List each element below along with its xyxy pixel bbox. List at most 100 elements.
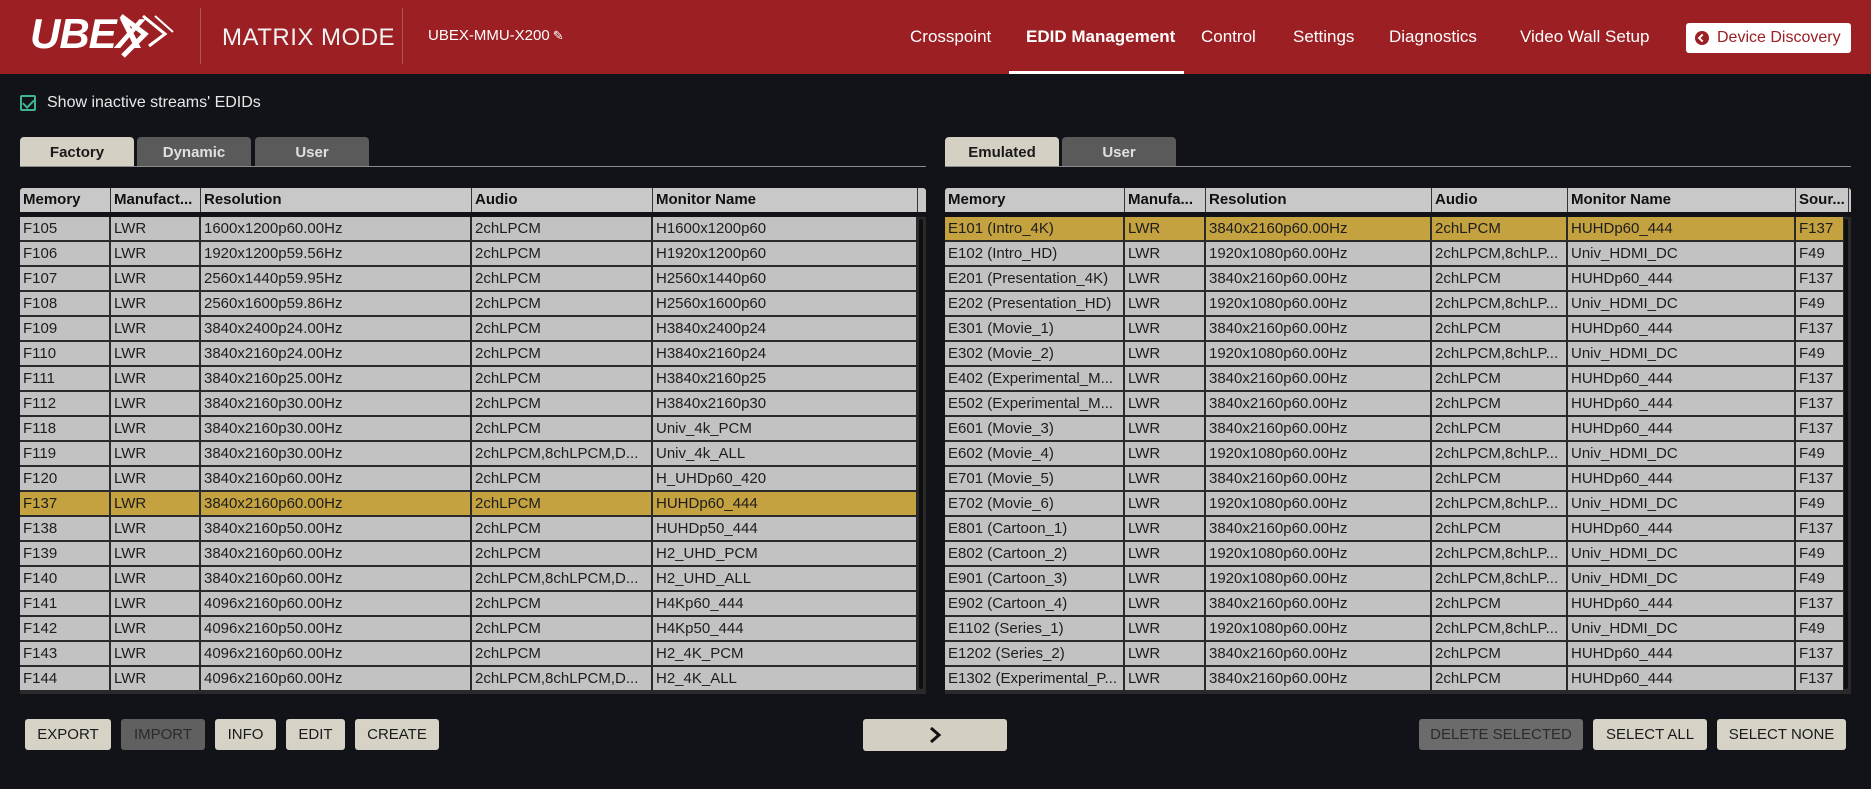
column-header[interactable]: Monitor Name — [653, 188, 918, 212]
nav-crosspoint[interactable]: Crosspoint — [910, 27, 991, 47]
table-row[interactable]: E801 (Cartoon_1) LWR 3840x2160p60.00Hz 2chL… — [945, 517, 1849, 541]
device-name[interactable]: UBEX-MMU-X200 ✎ — [428, 27, 564, 44]
table-row[interactable]: E301 (Movie_1) LWR 3840x2160p60.00Hz 2chLPC… — [945, 317, 1849, 341]
export-button[interactable]: EXPORT — [25, 719, 111, 750]
table-row[interactable]: E201 (Presentation_4K) LWR 3840x2160p60.00… — [945, 267, 1849, 291]
scrollbar[interactable] — [1843, 217, 1849, 694]
table-row[interactable]: F140 LWR 3840x2160p60.00Hz 2chLPCM,8chLPCM,… — [20, 567, 918, 591]
info-button[interactable]: INFO — [215, 719, 276, 750]
table-row[interactable]: F111 LWR 3840x2160p25.00Hz 2chLPCM H3840x216… — [20, 367, 918, 391]
tab-factory[interactable]: Factory — [20, 137, 134, 167]
table-cell: LWR — [1125, 517, 1206, 541]
column-header[interactable]: Manufact... — [111, 188, 201, 212]
table-cell: HUHDp60_444 — [1568, 267, 1796, 291]
create-button[interactable]: CREATE — [355, 719, 439, 750]
column-header[interactable]: Memory — [945, 188, 1125, 212]
table-row[interactable]: F110 LWR 3840x2160p24.00Hz 2chLPCM H3840x216… — [20, 342, 918, 366]
table-row[interactable]: E302 (Movie_2) LWR 1920x1080p60.00Hz 2chLPC… — [945, 342, 1849, 366]
column-header[interactable]: Audio — [1432, 188, 1568, 212]
tab-dynamic[interactable]: Dynamic — [137, 137, 251, 167]
table-row[interactable]: F139 LWR 3840x2160p60.00Hz 2chLPCM H2_UHD_PC… — [20, 542, 918, 566]
table-cell: 2chLPCM,8chLP... — [1432, 242, 1568, 266]
column-header[interactable]: Audio — [472, 188, 653, 212]
table-cell: E301 (Movie_1) — [945, 317, 1125, 341]
tab-user-right[interactable]: User — [1062, 137, 1176, 167]
table-row[interactable]: F112 LWR 3840x2160p30.00Hz 2chLPCM H3840x216… — [20, 392, 918, 416]
header-divider — [402, 8, 403, 64]
table-row[interactable]: E601 (Movie_3) LWR 3840x2160p60.00Hz 2chLPC… — [945, 417, 1849, 441]
pencil-icon[interactable]: ✎ — [553, 28, 564, 43]
table-cell: LWR — [111, 242, 201, 266]
table-cell: Univ_HDMI_DC — [1568, 567, 1796, 591]
table-row[interactable]: F138 LWR 3840x2160p50.00Hz 2chLPCM HUHDp50_4… — [20, 517, 918, 541]
table-row[interactable]: F142 LWR 4096x2160p50.00Hz 2chLPCM H4Kp50_44… — [20, 617, 918, 641]
nav-settings[interactable]: Settings — [1293, 27, 1354, 47]
tab-emulated[interactable]: Emulated — [945, 137, 1059, 167]
column-header[interactable]: Resolution — [1206, 188, 1432, 212]
table-cell: F143 — [20, 642, 111, 666]
transfer-button[interactable] — [863, 719, 1007, 751]
scrollbar[interactable] — [918, 217, 924, 694]
table-cell: 3840x2160p24.00Hz — [201, 342, 472, 366]
table-cell: 3840x2160p60.00Hz — [1206, 317, 1432, 341]
nav-control[interactable]: Control — [1201, 27, 1256, 47]
table-cell: 3840x2160p60.00Hz — [1206, 467, 1432, 491]
table-row[interactable]: E902 (Cartoon_4) LWR 3840x2160p60.00Hz 2chL… — [945, 592, 1849, 616]
table-row[interactable]: E1302 (Experimental_P... LWR 3840x2160p60.… — [945, 667, 1849, 691]
import-button[interactable]: IMPORT — [121, 719, 205, 750]
table-cell: Univ_HDMI_DC — [1568, 442, 1796, 466]
table-cell: F137 — [1796, 367, 1849, 391]
table-cell: 3840x2160p30.00Hz — [201, 392, 472, 416]
column-header[interactable]: Monitor Name — [1568, 188, 1796, 212]
table-row[interactable]: F118 LWR 3840x2160p30.00Hz 2chLPCM Univ_4k_P… — [20, 417, 918, 441]
select-none-button[interactable]: SELECT NONE — [1717, 719, 1846, 750]
column-header[interactable]: Resolution — [201, 188, 472, 212]
table-row[interactable]: E102 (Intro_HD) LWR 1920x1080p60.00Hz 2chLP… — [945, 242, 1849, 266]
column-header[interactable]: Sour... — [1796, 188, 1849, 212]
delete-selected-button[interactable]: DELETE SELECTED — [1419, 719, 1583, 750]
table-row[interactable]: E402 (Experimental_M... LWR 3840x2160p60.0… — [945, 367, 1849, 391]
edit-button[interactable]: EDIT — [286, 719, 345, 750]
table-row[interactable]: E1202 (Series_2) LWR 3840x2160p60.00Hz 2chL… — [945, 642, 1849, 666]
table-row[interactable]: E702 (Movie_6) LWR 1920x1080p60.00Hz 2chLPC… — [945, 492, 1849, 516]
top-bar: UBEX MATRIX MODE UBEX-MMU-X200 ✎ Crosspoi… — [0, 0, 1871, 74]
table-cell: 2chLPCM — [1432, 317, 1568, 341]
table-cell: LWR — [1125, 417, 1206, 441]
nav-edid-management[interactable]: EDID Management — [1026, 27, 1175, 47]
show-inactive-checkbox[interactable]: Show inactive streams' EDIDs — [20, 94, 261, 112]
table-row[interactable]: F108 LWR 2560x1600p59.86Hz 2chLPCM H2560x160… — [20, 292, 918, 316]
nav-video-wall-setup[interactable]: Video Wall Setup — [1520, 27, 1649, 47]
table-row[interactable]: F120 LWR 3840x2160p60.00Hz 2chLPCM H_UHDp60_… — [20, 467, 918, 491]
table-row[interactable]: F105 LWR 1600x1200p60.00Hz 2chLPCM H1600x120… — [20, 217, 918, 241]
table-body[interactable]: E101 (Intro_4K) LWR 3840x2160p60.00Hz 2chLP… — [945, 217, 1851, 694]
table-row[interactable]: E602 (Movie_4) LWR 1920x1080p60.00Hz 2chLPC… — [945, 442, 1849, 466]
scrollbar-thumb[interactable] — [1844, 219, 1848, 689]
tab-user-left[interactable]: User — [255, 137, 369, 167]
device-discovery-button[interactable]: Device Discovery — [1686, 23, 1851, 53]
table-row[interactable]: E802 (Cartoon_2) LWR 1920x1080p60.00Hz 2chL… — [945, 542, 1849, 566]
table-row[interactable]: F141 LWR 4096x2160p60.00Hz 2chLPCM H4Kp60_44… — [20, 592, 918, 616]
table-row[interactable]: E202 (Presentation_HD) LWR 1920x1080p60.00… — [945, 292, 1849, 316]
table-row[interactable]: F137 LWR 3840x2160p60.00Hz 2chLPCM HUHDp60_4… — [20, 492, 918, 516]
table-row[interactable]: E901 (Cartoon_3) LWR 1920x1080p60.00Hz 2chL… — [945, 567, 1849, 591]
nav-diagnostics[interactable]: Diagnostics — [1389, 27, 1477, 47]
checkbox-checked-icon[interactable] — [20, 95, 36, 111]
table-row[interactable]: E101 (Intro_4K) LWR 3840x2160p60.00Hz 2chLP… — [945, 217, 1849, 241]
table-row[interactable]: E1102 (Series_1) LWR 1920x1080p60.00Hz 2chL… — [945, 617, 1849, 641]
table-cell: LWR — [1125, 292, 1206, 316]
table-row[interactable]: E701 (Movie_5) LWR 3840x2160p60.00Hz 2chLPC… — [945, 467, 1849, 491]
table-body[interactable]: F105 LWR 1600x1200p60.00Hz 2chLPCM H1600x120… — [20, 217, 926, 694]
table-row[interactable]: F106 LWR 1920x1200p59.56Hz 2chLPCM H1920x120… — [20, 242, 918, 266]
table-cell: HUHDp60_444 — [1568, 367, 1796, 391]
table-row[interactable]: F109 LWR 3840x2400p24.00Hz 2chLPCM H3840x240… — [20, 317, 918, 341]
table-row[interactable]: F143 LWR 4096x2160p60.00Hz 2chLPCM H2_4K_PCM — [20, 642, 918, 666]
table-row[interactable]: F144 LWR 4096x2160p60.00Hz 2chLPCM,8chLPCM,… — [20, 667, 918, 691]
table-cell: 2chLPCM — [472, 242, 653, 266]
table-row[interactable]: F119 LWR 3840x2160p30.00Hz 2chLPCM,8chLPCM,… — [20, 442, 918, 466]
column-header[interactable]: Manufa... — [1125, 188, 1206, 212]
select-all-button[interactable]: SELECT ALL — [1593, 719, 1707, 750]
scrollbar-thumb[interactable] — [919, 219, 923, 689]
table-row[interactable]: F107 LWR 2560x1440p59.95Hz 2chLPCM H2560x144… — [20, 267, 918, 291]
table-row[interactable]: E502 (Experimental_M... LWR 3840x2160p60.0… — [945, 392, 1849, 416]
column-header[interactable]: Memory — [20, 188, 111, 212]
